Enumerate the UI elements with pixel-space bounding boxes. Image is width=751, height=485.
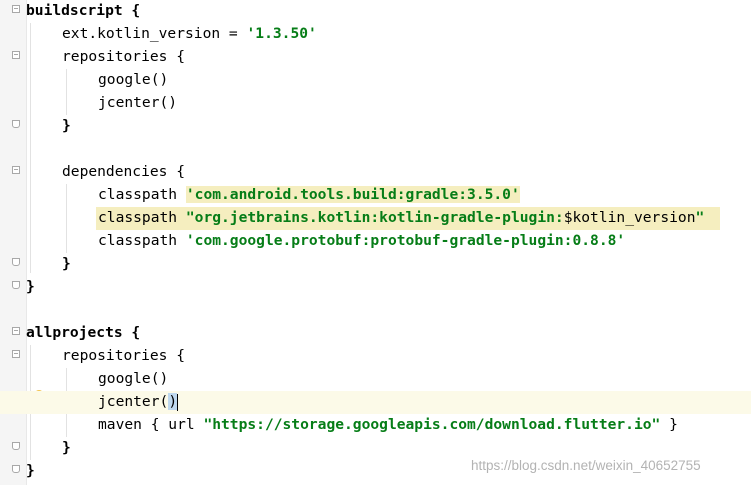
code-token: } [62, 439, 71, 456]
code-token: repositories { [62, 48, 186, 65]
code-line[interactable]: classpath "org.jetbrains.kotlin:kotlin-g… [0, 207, 751, 230]
code-line[interactable]: ext.kotlin_version = '1.3.50' [0, 23, 751, 46]
code-line[interactable]: buildscript { [0, 0, 751, 23]
code-text: jcenter() [98, 93, 177, 113]
code-text: buildscript { [26, 1, 140, 21]
code-line[interactable]: } [0, 276, 751, 299]
code-text: classpath 'com.google.protobuf:protobuf-… [98, 231, 625, 251]
code-token: google() [98, 71, 169, 88]
code-line[interactable] [0, 299, 751, 322]
code-token: classpath [98, 209, 186, 226]
code-token: dependencies { [62, 163, 186, 180]
code-text: ext.kotlin_version = '1.3.50' [62, 24, 317, 44]
code-token: } [26, 278, 35, 295]
code-line[interactable]: dependencies { [0, 161, 751, 184]
code-token: } [62, 117, 71, 134]
code-token: google() [98, 370, 169, 387]
code-token: ext.kotlin_version = [62, 25, 247, 42]
code-text: repositories { [62, 346, 185, 366]
code-token: maven { url [98, 416, 204, 433]
code-text: } [26, 277, 35, 297]
code-line[interactable]: } [0, 437, 751, 460]
code-text: } [62, 438, 71, 458]
code-token: "https://storage.googleapis.com/download… [203, 416, 661, 433]
code-token: jcenter [98, 393, 160, 410]
code-line[interactable]: repositories { [0, 46, 751, 69]
code-line[interactable]: } [0, 115, 751, 138]
watermark: https://blog.csdn.net/weixin_40652755 [471, 458, 701, 473]
code-token: } [62, 255, 71, 272]
code-text: jcenter() [98, 392, 179, 412]
code-token: $kotlin_version [563, 209, 696, 226]
code-token: "org.jetbrains.kotlin:kotlin-gradle-plug… [185, 209, 564, 226]
code-token: 'com.google.protobuf:protobuf-gradle-plu… [185, 232, 626, 249]
code-line[interactable]: allprojects { [0, 322, 751, 345]
code-text: classpath "org.jetbrains.kotlin:kotlin-g… [98, 208, 704, 228]
code-token: ( [159, 393, 169, 410]
code-line[interactable]: repositories { [0, 345, 751, 368]
code-line[interactable]: google() [0, 368, 751, 391]
code-token: '1.3.50' [246, 25, 317, 42]
code-text: maven { url "https://storage.googleapis.… [98, 415, 678, 435]
code-text: dependencies { [62, 162, 185, 182]
code-text: allprojects { [26, 323, 140, 343]
code-text: } [62, 116, 71, 136]
code-token: classpath [98, 186, 186, 203]
code-token: allprojects { [26, 324, 141, 341]
text-caret [177, 393, 179, 411]
code-text: } [62, 254, 71, 274]
code-text: google() [98, 70, 168, 90]
code-token: } [660, 416, 678, 433]
code-text: google() [98, 369, 168, 389]
code-token: 'com.android.tools.build:gradle:3.5.0' [185, 186, 520, 203]
code-line[interactable] [0, 138, 751, 161]
code-text: repositories { [62, 47, 185, 67]
code-line[interactable]: google() [0, 69, 751, 92]
code-line[interactable]: maven { url "https://storage.googleapis.… [0, 414, 751, 437]
code-editor[interactable]: buildscript { ext.kotlin_version = '1.3.5… [0, 0, 751, 485]
code-line[interactable]: } [0, 253, 751, 276]
code-token: ) [168, 393, 178, 410]
code-line[interactable]: jcenter() [0, 391, 751, 414]
code-token: repositories { [62, 347, 186, 364]
code-token: jcenter() [98, 94, 178, 111]
code-token: " [695, 209, 705, 226]
code-text: } [26, 461, 35, 481]
code-line[interactable]: classpath 'com.android.tools.build:gradl… [0, 184, 751, 207]
code-line[interactable]: classpath 'com.google.protobuf:protobuf-… [0, 230, 751, 253]
code-token: classpath [98, 232, 186, 249]
code-text: classpath 'com.android.tools.build:gradl… [98, 185, 520, 205]
code-token: buildscript { [26, 2, 141, 19]
code-token: } [26, 462, 35, 479]
code-line[interactable]: jcenter() [0, 92, 751, 115]
